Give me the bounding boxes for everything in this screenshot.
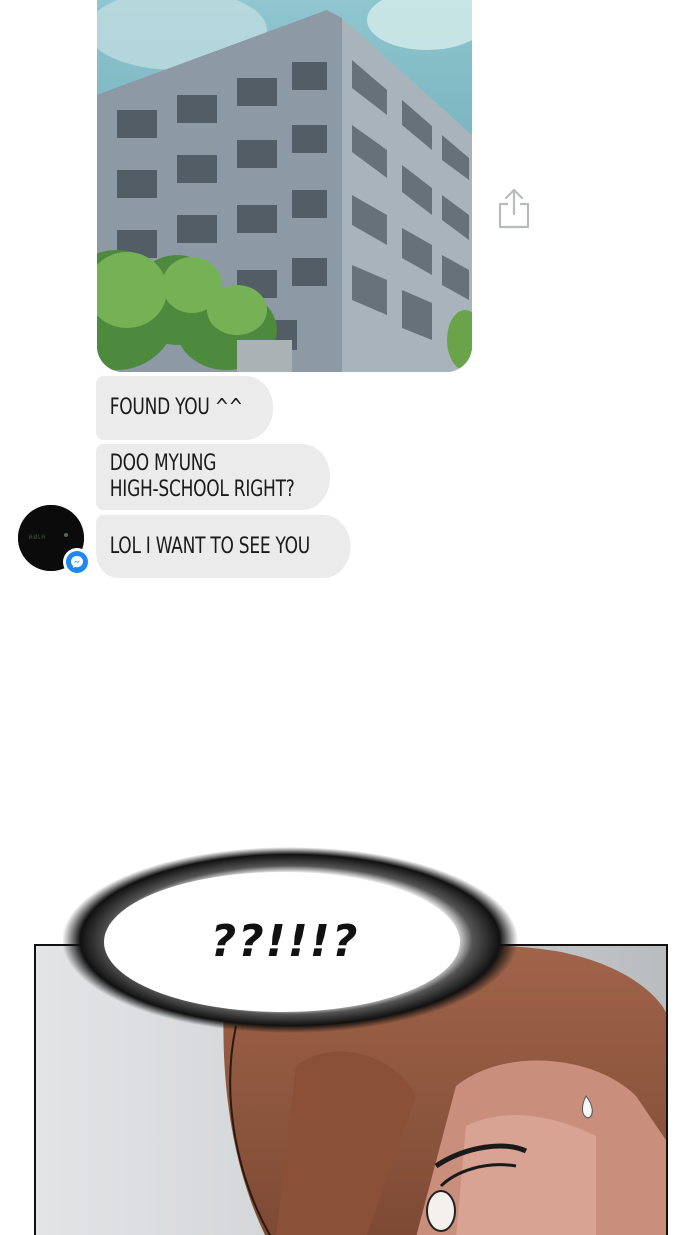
- svg-text:ลอเล: ลอเล: [28, 532, 45, 541]
- message-text: DOO MYUNG: [109, 451, 217, 476]
- message-text: HIGH-SCHOOL RIGHT?: [109, 477, 295, 502]
- message-text: FOUND YOU ^^: [109, 395, 243, 420]
- messenger-icon: [66, 551, 88, 573]
- messenger-badge: [63, 548, 91, 576]
- message-text: LOL I WANT TO SEE YOU: [109, 533, 310, 559]
- message-bubble: LOL I WANT TO SEE YOU: [96, 515, 351, 578]
- shout-text: ??!!!?: [210, 916, 360, 967]
- shared-photo-school-building[interactable]: [97, 0, 472, 372]
- share-button[interactable]: [496, 186, 532, 230]
- message-bubble: FOUND YOU ^^: [96, 376, 274, 440]
- school-building-illustration: [97, 0, 472, 372]
- message-bubble: DOO MYUNG HIGH-SCHOOL RIGHT?: [96, 444, 330, 510]
- share-icon: [498, 188, 530, 229]
